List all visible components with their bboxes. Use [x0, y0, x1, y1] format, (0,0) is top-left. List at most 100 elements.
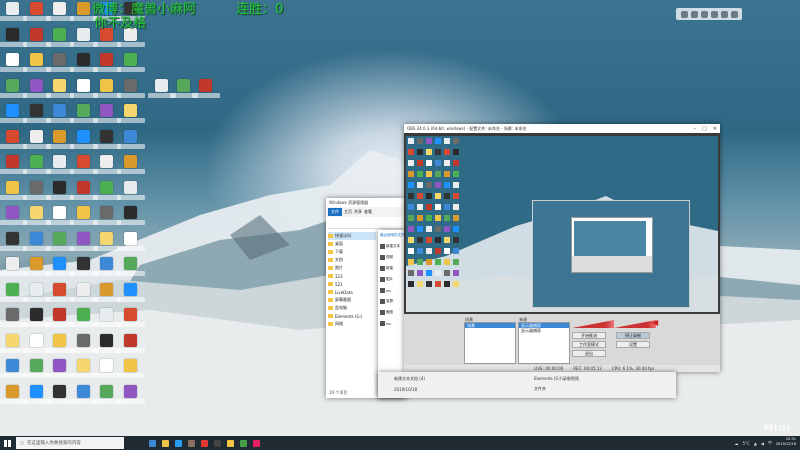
nav-item[interactable]: 网络 [328, 320, 376, 328]
desktop-icon[interactable] [93, 154, 121, 180]
desktop-icon[interactable] [116, 180, 145, 206]
desktop-icon[interactable] [0, 180, 27, 206]
desktop-icon[interactable] [22, 180, 51, 206]
desktop-icon[interactable] [46, 103, 74, 129]
desktop-icon[interactable] [46, 358, 74, 384]
desktop-icon[interactable] [46, 1, 74, 27]
desktop-icon[interactable] [116, 52, 145, 78]
desktop-icon[interactable] [46, 27, 74, 53]
desktop-icon[interactable] [69, 256, 98, 282]
desktop-icon[interactable] [116, 78, 145, 104]
desktop-icon[interactable] [46, 180, 74, 206]
desktop-icon[interactable] [93, 205, 121, 231]
desktop-icon[interactable] [0, 205, 27, 231]
desktop-icon[interactable] [22, 52, 51, 78]
desktop-icon[interactable] [22, 1, 51, 27]
desktop-icon[interactable] [116, 384, 145, 410]
desktop-icon[interactable] [148, 78, 176, 104]
obs-preview[interactable] [406, 136, 718, 312]
desktop-icon[interactable] [93, 52, 121, 78]
minimize-icon[interactable]: – [694, 126, 697, 132]
desktop-icon[interactable] [0, 52, 27, 78]
taskbar-app[interactable] [198, 437, 211, 449]
desktop-icon[interactable] [69, 307, 98, 333]
desktop-icon[interactable] [116, 231, 145, 257]
start-button[interactable] [0, 436, 14, 450]
desktop-icon[interactable] [22, 358, 51, 384]
nav-item[interactable]: Elements (G:) [328, 312, 376, 320]
desktop-icon[interactable] [116, 358, 145, 384]
source-item[interactable]: 显示器捕获 [519, 328, 569, 333]
desktop-icon[interactable] [192, 78, 220, 104]
taskbar-app[interactable] [172, 437, 185, 449]
ribbon-tab[interactable]: 主页 [344, 209, 352, 215]
desktop-icon[interactable] [46, 282, 74, 308]
desktop-icon[interactable] [22, 129, 51, 155]
desktop-icon[interactable] [46, 307, 74, 333]
nav-item[interactable]: 此电脑 [328, 304, 376, 312]
desktop-icon[interactable] [22, 307, 51, 333]
desktop-icon[interactable] [0, 384, 27, 410]
desktop-icon[interactable] [116, 282, 145, 308]
desktop-icon[interactable] [46, 256, 74, 282]
file-tab[interactable]: 文件 [328, 208, 342, 216]
desktop-icon[interactable] [46, 384, 74, 410]
desktop-icon[interactable] [0, 358, 27, 384]
nav-item[interactable]: 521 [328, 280, 376, 288]
close-icon[interactable]: ✕ [713, 126, 717, 132]
taskbar-search[interactable]: ○ 在这里输入你要搜索的内容 [16, 437, 124, 449]
desktop-icon[interactable] [46, 52, 74, 78]
desktop-icon[interactable] [22, 282, 51, 308]
desktop-icon[interactable] [93, 282, 121, 308]
desktop-icon[interactable] [116, 333, 145, 359]
desktop-icon[interactable] [0, 282, 27, 308]
taskbar-app[interactable] [146, 437, 159, 449]
desktop-icon[interactable] [116, 256, 145, 282]
desktop-icon[interactable] [69, 333, 98, 359]
ribbon-tab[interactable]: 共享 [354, 209, 362, 215]
desktop-icon[interactable] [69, 129, 98, 155]
desktop-icon[interactable] [93, 78, 121, 104]
scenes-panel[interactable]: 场景 场景 [464, 317, 516, 364]
desktop-icon[interactable] [22, 231, 51, 257]
input-language[interactable]: 中 [768, 440, 772, 446]
desktop-icon[interactable] [0, 27, 27, 53]
desktop-icon[interactable] [93, 333, 121, 359]
desktop-icon[interactable] [69, 103, 98, 129]
desktop-icon[interactable] [116, 154, 145, 180]
nav-item[interactable]: 图片 [328, 264, 376, 272]
desktop-icon[interactable] [0, 154, 27, 180]
desktop-icon[interactable] [116, 307, 145, 333]
ribbon-tab[interactable]: 查看 [364, 209, 372, 215]
desktop-icon[interactable] [0, 129, 27, 155]
desktop-icon[interactable] [22, 103, 51, 129]
scene-item[interactable]: 场景 [465, 323, 515, 328]
desktop-icon[interactable] [93, 129, 121, 155]
desktop-icon[interactable] [0, 256, 27, 282]
nav-item[interactable]: 桌面 [328, 240, 376, 248]
desktop-icon[interactable] [46, 154, 74, 180]
volume-icon[interactable]: ◀ [761, 441, 764, 446]
desktop-icon[interactable] [22, 78, 51, 104]
desktop-icon[interactable] [116, 129, 145, 155]
desktop-icon[interactable] [69, 231, 98, 257]
desktop-icon[interactable] [0, 231, 27, 257]
toolbar-icon[interactable] [730, 10, 738, 18]
desktop-icon[interactable] [93, 384, 121, 410]
desktop-icon[interactable] [46, 231, 74, 257]
desktop-icon[interactable] [46, 205, 74, 231]
taskbar-app[interactable] [159, 437, 172, 449]
obs-control-button[interactable]: 设置 [616, 341, 650, 348]
desktop-icon[interactable] [170, 78, 198, 104]
desktop-icon[interactable] [46, 333, 74, 359]
obs-titlebar[interactable]: OBS 24.0.3 (64-bit, windows) - 配置文件: 未命名… [404, 124, 720, 133]
desktop-icon[interactable] [116, 103, 145, 129]
desktop-icon[interactable] [93, 103, 121, 129]
obs-control-button[interactable]: 退出 [572, 350, 606, 357]
desktop-icon[interactable] [22, 384, 51, 410]
desktop-icon[interactable] [69, 205, 98, 231]
desktop-icon[interactable] [22, 205, 51, 231]
obs-control-button[interactable]: 停止录制 [616, 332, 650, 339]
desktop-icon[interactable] [69, 384, 98, 410]
desktop-icon[interactable] [22, 154, 51, 180]
